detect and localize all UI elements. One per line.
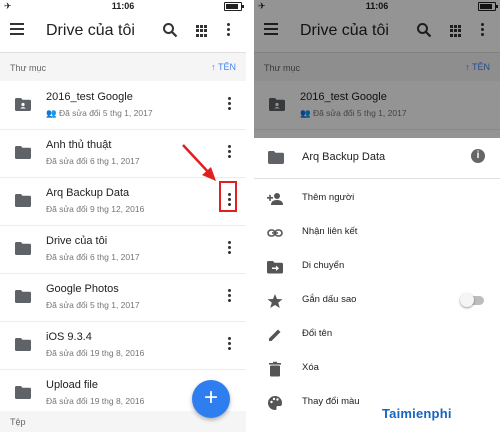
drive-screen-left: ✈ 11:06 Drive của tôi Thư mục ↑ TÊN 2016… bbox=[0, 0, 246, 432]
folder-icon bbox=[15, 194, 31, 207]
item-name: Drive của tôi bbox=[46, 235, 108, 247]
edit-icon bbox=[269, 329, 281, 341]
menu-icon[interactable] bbox=[10, 23, 24, 35]
bottom-sheet: Arq Backup Data i Thêm người Nhận liên k… bbox=[254, 138, 500, 432]
grid-view-icon[interactable] bbox=[196, 25, 208, 37]
watermark-logo: Taimienphi bbox=[382, 406, 452, 421]
status-time: 11:06 bbox=[111, 1, 135, 11]
add-person-icon bbox=[267, 193, 283, 205]
option-move[interactable]: Di chuyển bbox=[254, 250, 500, 284]
folder-icon bbox=[15, 290, 31, 303]
item-modified: Đã sửa đổi 19 thg 8, 2016 bbox=[46, 396, 145, 406]
item-more-icon[interactable] bbox=[227, 145, 231, 159]
list-item[interactable]: Google Photos Đã sửa đổi 5 thg 1, 2017 bbox=[0, 273, 246, 322]
option-rename[interactable]: Đổi tên bbox=[254, 318, 500, 352]
option-change-color[interactable]: Thay đổi màu bbox=[254, 386, 500, 420]
battery-icon bbox=[224, 2, 244, 11]
item-modified: 👥 Đã sửa đổi 5 thg 1, 2017 bbox=[46, 108, 153, 118]
sheet-header: Arq Backup Data i bbox=[254, 138, 500, 179]
item-modified: Đã sửa đổi 9 thg 12, 2016 bbox=[46, 204, 145, 214]
option-delete[interactable]: Xóa bbox=[254, 352, 500, 386]
item-modified: Đã sửa đổi 6 thg 1, 2017 bbox=[46, 156, 140, 166]
option-label: Di chuyển bbox=[302, 260, 345, 271]
section-label: Tệp bbox=[10, 417, 26, 427]
app-bar: Drive của tôi bbox=[0, 12, 246, 53]
item-more-icon[interactable] bbox=[227, 97, 231, 111]
shared-folder-icon bbox=[15, 98, 31, 111]
item-modified: Đã sửa đổi 5 thg 1, 2017 bbox=[46, 300, 140, 310]
sheet-title: Arq Backup Data bbox=[302, 151, 386, 163]
item-name: Upload file bbox=[46, 379, 98, 391]
item-more-icon[interactable] bbox=[227, 241, 231, 255]
option-label: Xóa bbox=[302, 362, 319, 373]
item-name: iOS 9.3.4 bbox=[46, 331, 92, 343]
red-arrow-icon bbox=[182, 144, 216, 181]
drive-screen-right: ✈ 11:06 Drive của tôi Thư mục ↑ TÊN 2016… bbox=[254, 0, 500, 432]
item-more-icon[interactable] bbox=[227, 337, 231, 351]
sort-by-name-button[interactable]: ↑ TÊN bbox=[211, 62, 236, 72]
list-item[interactable]: 2016_test Google 👥 Đã sửa đổi 5 thg 1, 2… bbox=[0, 81, 246, 130]
item-name: Google Photos bbox=[46, 283, 119, 295]
new-item-fab-button[interactable]: + bbox=[192, 380, 230, 418]
delete-icon bbox=[269, 361, 281, 377]
option-label: Nhận liên kết bbox=[302, 226, 358, 237]
item-name: Arq Backup Data bbox=[46, 187, 130, 199]
item-modified: Đã sửa đổi 19 thg 8, 2016 bbox=[46, 348, 145, 358]
item-more-icon[interactable] bbox=[227, 289, 231, 303]
option-label: Thay đổi màu bbox=[302, 396, 360, 407]
folder-icon bbox=[268, 151, 284, 164]
folder-icon bbox=[15, 146, 31, 159]
section-label: Thư mục bbox=[10, 63, 47, 73]
folders-section-header: Thư mục ↑ TÊN bbox=[0, 53, 246, 81]
search-icon[interactable] bbox=[162, 22, 178, 38]
option-label: Gắn dấu sao bbox=[302, 294, 357, 305]
move-icon bbox=[267, 261, 283, 274]
list-item[interactable]: Drive của tôi Đã sửa đổi 6 thg 1, 2017 bbox=[0, 225, 246, 274]
item-modified: Đã sửa đổi 6 thg 1, 2017 bbox=[46, 252, 140, 262]
item-name: 2016_test Google bbox=[46, 91, 133, 103]
star-icon bbox=[267, 294, 283, 308]
list-item[interactable]: Arq Backup Data Đã sửa đổi 9 thg 12, 201… bbox=[0, 177, 246, 226]
option-add-people[interactable]: Thêm người bbox=[254, 182, 500, 216]
page-title: Drive của tôi bbox=[46, 22, 135, 39]
status-bar: ✈ 11:06 bbox=[0, 0, 246, 12]
option-star[interactable]: Gắn dấu sao bbox=[254, 284, 500, 318]
highlight-box bbox=[219, 181, 237, 212]
scrim-overlay[interactable] bbox=[254, 0, 500, 138]
option-label: Đổi tên bbox=[302, 328, 333, 339]
option-label: Thêm người bbox=[302, 192, 355, 203]
folder-icon bbox=[15, 242, 31, 255]
option-get-link[interactable]: Nhận liên kết bbox=[254, 216, 500, 250]
more-options-icon[interactable] bbox=[226, 23, 230, 39]
star-toggle[interactable] bbox=[460, 293, 484, 307]
info-icon[interactable]: i bbox=[471, 149, 485, 163]
link-icon bbox=[267, 229, 283, 237]
palette-icon bbox=[268, 396, 282, 410]
item-name: Anh thủ thuật bbox=[46, 139, 112, 151]
list-item[interactable]: iOS 9.3.4 Đã sửa đổi 19 thg 8, 2016 bbox=[0, 321, 246, 370]
folder-icon bbox=[15, 338, 31, 351]
folder-icon bbox=[15, 386, 31, 399]
